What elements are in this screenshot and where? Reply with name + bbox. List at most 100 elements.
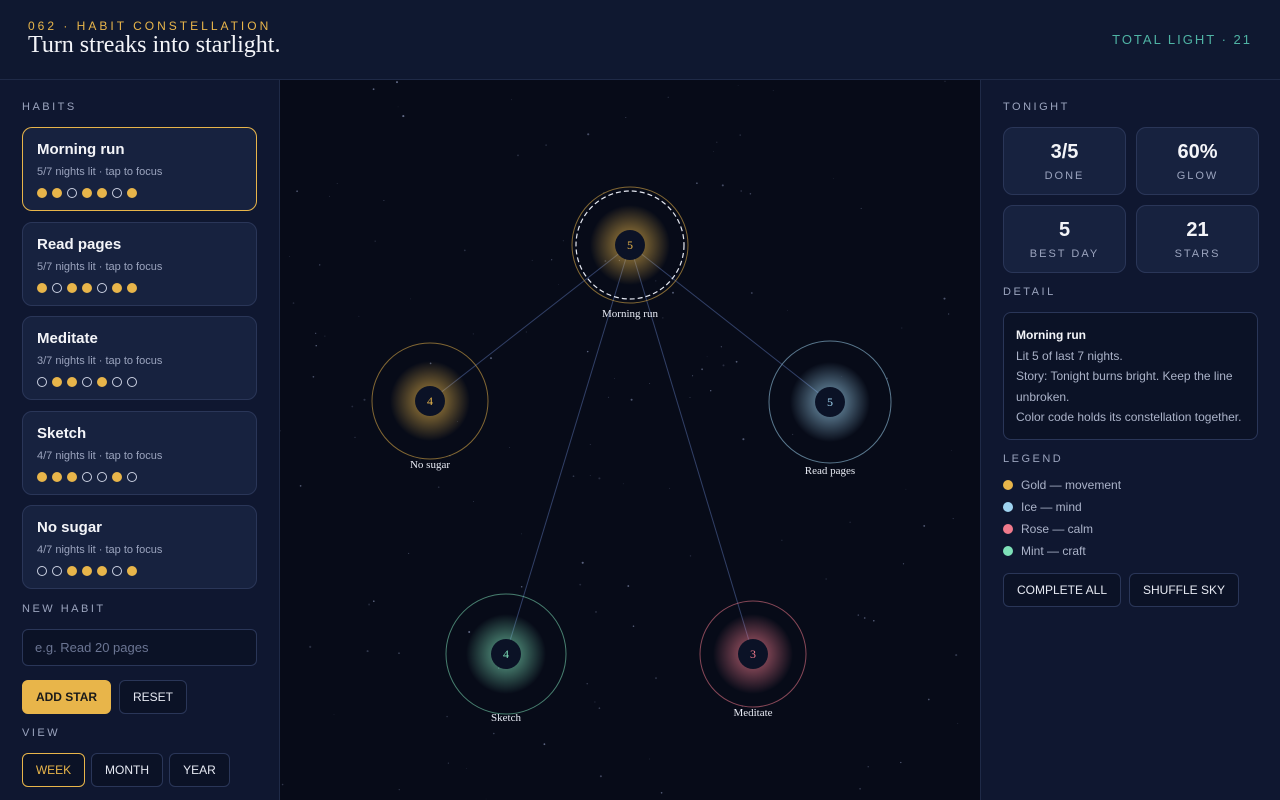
- background-star: [511, 99, 512, 101]
- stat-best-day: 5 BEST DAY: [1003, 205, 1126, 273]
- background-star: [749, 192, 752, 195]
- legend-item-ice: Ice — mind: [1003, 500, 1082, 514]
- stat-value: 21: [1186, 219, 1209, 241]
- background-star: [517, 154, 519, 157]
- background-star: [315, 345, 317, 347]
- habit-card-sketch[interactable]: Sketch 4/7 nights lit · tap to focus: [22, 411, 257, 495]
- habits-sidebar: HABITS Morning run 5/7 nights lit · tap …: [0, 80, 280, 800]
- background-star: [787, 310, 788, 311]
- background-star: [398, 652, 400, 654]
- background-star: [672, 291, 674, 294]
- background-star: [398, 788, 400, 791]
- habit-name: Read pages: [37, 236, 122, 253]
- legend-item-mint: Mint — craft: [1003, 544, 1086, 558]
- background-star: [863, 617, 866, 619]
- shuffle-sky-button[interactable]: SHUFFLE SKY: [1129, 573, 1239, 607]
- background-star: [944, 80, 946, 82]
- background-star: [772, 90, 774, 91]
- stat-label: BEST DAY: [1029, 248, 1100, 260]
- night-lit-dot: [37, 283, 47, 293]
- background-star: [358, 315, 360, 317]
- background-star: [289, 256, 290, 257]
- stat-label: DONE: [1044, 170, 1085, 182]
- star-value: 4: [503, 647, 509, 661]
- legend-dot: [1003, 502, 1013, 512]
- view-label: VIEW: [22, 727, 61, 739]
- habit-card-read-pages[interactable]: Read pages 5/7 nights lit · tap to focus: [22, 222, 257, 306]
- legend-dot: [1003, 546, 1013, 556]
- new-habit-input[interactable]: [22, 629, 257, 666]
- habit-card-morning-run[interactable]: Morning run 5/7 nights lit · tap to focu…: [22, 127, 257, 211]
- star-morning-run[interactable]: 5 Morning run: [571, 186, 689, 320]
- background-star: [489, 357, 493, 360]
- habit-name: Meditate: [37, 330, 98, 347]
- background-star: [860, 207, 862, 209]
- background-star: [562, 240, 565, 242]
- background-star: [336, 183, 338, 185]
- view-month-button[interactable]: MONTH: [91, 753, 163, 787]
- background-star: [463, 249, 466, 252]
- background-star: [720, 346, 722, 348]
- night-unlit-dot: [127, 377, 137, 387]
- background-star: [493, 732, 495, 735]
- stat-value: 60%: [1177, 141, 1218, 163]
- habit-meta: 4/7 nights lit · tap to focus: [37, 450, 163, 462]
- background-star: [947, 313, 950, 315]
- night-lit-dot: [82, 188, 92, 198]
- legend-item-gold: Gold — movement: [1003, 478, 1121, 492]
- constellation-canvas[interactable]: 5 Morning run 4 No sugar 5 Read pages 4 Sketch 3…: [279, 80, 980, 800]
- legend-label: LEGEND: [1003, 453, 1064, 465]
- background-star: [952, 518, 954, 520]
- background-star: [509, 447, 510, 448]
- habits-section-label: HABITS: [22, 101, 77, 113]
- detail-line: Story: Tonight burns bright. Keep the li…: [1016, 369, 1233, 404]
- background-star: [957, 722, 959, 724]
- background-star: [740, 190, 743, 192]
- background-star: [689, 397, 691, 398]
- background-star: [351, 405, 354, 408]
- background-star: [446, 715, 448, 718]
- night-unlit-dot: [67, 188, 77, 198]
- night-unlit-dot: [97, 472, 107, 482]
- background-star: [607, 396, 610, 398]
- legend-text: Rose — calm: [1021, 522, 1094, 536]
- habit-name: Sketch: [37, 425, 87, 442]
- background-star: [859, 787, 862, 790]
- night-lit-dot: [52, 472, 62, 482]
- background-star: [660, 791, 663, 794]
- night-unlit-dot: [112, 188, 122, 198]
- star-sketch[interactable]: 4 Sketch: [445, 593, 567, 724]
- star-label: Morning run: [602, 308, 658, 320]
- reset-button[interactable]: RESET: [119, 680, 187, 714]
- star-no-sugar[interactable]: 4 No sugar: [371, 342, 489, 471]
- complete-all-button[interactable]: COMPLETE ALL: [1003, 573, 1121, 607]
- view-year-button[interactable]: YEAR: [169, 753, 230, 787]
- background-star: [689, 555, 692, 557]
- background-star: [649, 758, 651, 760]
- background-star: [825, 578, 827, 580]
- detail-title: Morning run: [1016, 328, 1086, 342]
- background-star: [873, 619, 875, 622]
- constellation-svg: 5 Morning run 4 No sugar 5 Read pages 4 Sketch 3…: [279, 80, 959, 800]
- stat-stars: 21 STARS: [1136, 205, 1259, 273]
- night-lit-dot: [67, 472, 77, 482]
- page-title: Turn streaks into starlight.: [28, 32, 281, 58]
- background-star: [955, 654, 958, 657]
- background-star: [312, 375, 315, 378]
- star-read-pages[interactable]: 5 Read pages: [768, 340, 892, 477]
- habit-card-no-sugar[interactable]: No sugar 4/7 nights lit · tap to focus: [22, 505, 257, 589]
- stat-value: 5: [1058, 219, 1071, 241]
- habit-card-meditate[interactable]: Meditate 3/7 nights lit · tap to focus: [22, 316, 257, 400]
- add-star-button[interactable]: ADD STAR: [22, 680, 111, 714]
- background-star: [923, 524, 926, 527]
- background-star: [901, 327, 903, 329]
- night-unlit-dot: [52, 283, 62, 293]
- background-star: [696, 182, 698, 185]
- background-star: [396, 81, 398, 84]
- night-lit-dot: [67, 283, 77, 293]
- view-week-button[interactable]: WEEK: [22, 753, 85, 787]
- background-star: [468, 631, 471, 633]
- legend-text: Ice — mind: [1021, 500, 1082, 514]
- background-star: [857, 614, 860, 616]
- star-meditate[interactable]: 3 Meditate: [699, 600, 807, 719]
